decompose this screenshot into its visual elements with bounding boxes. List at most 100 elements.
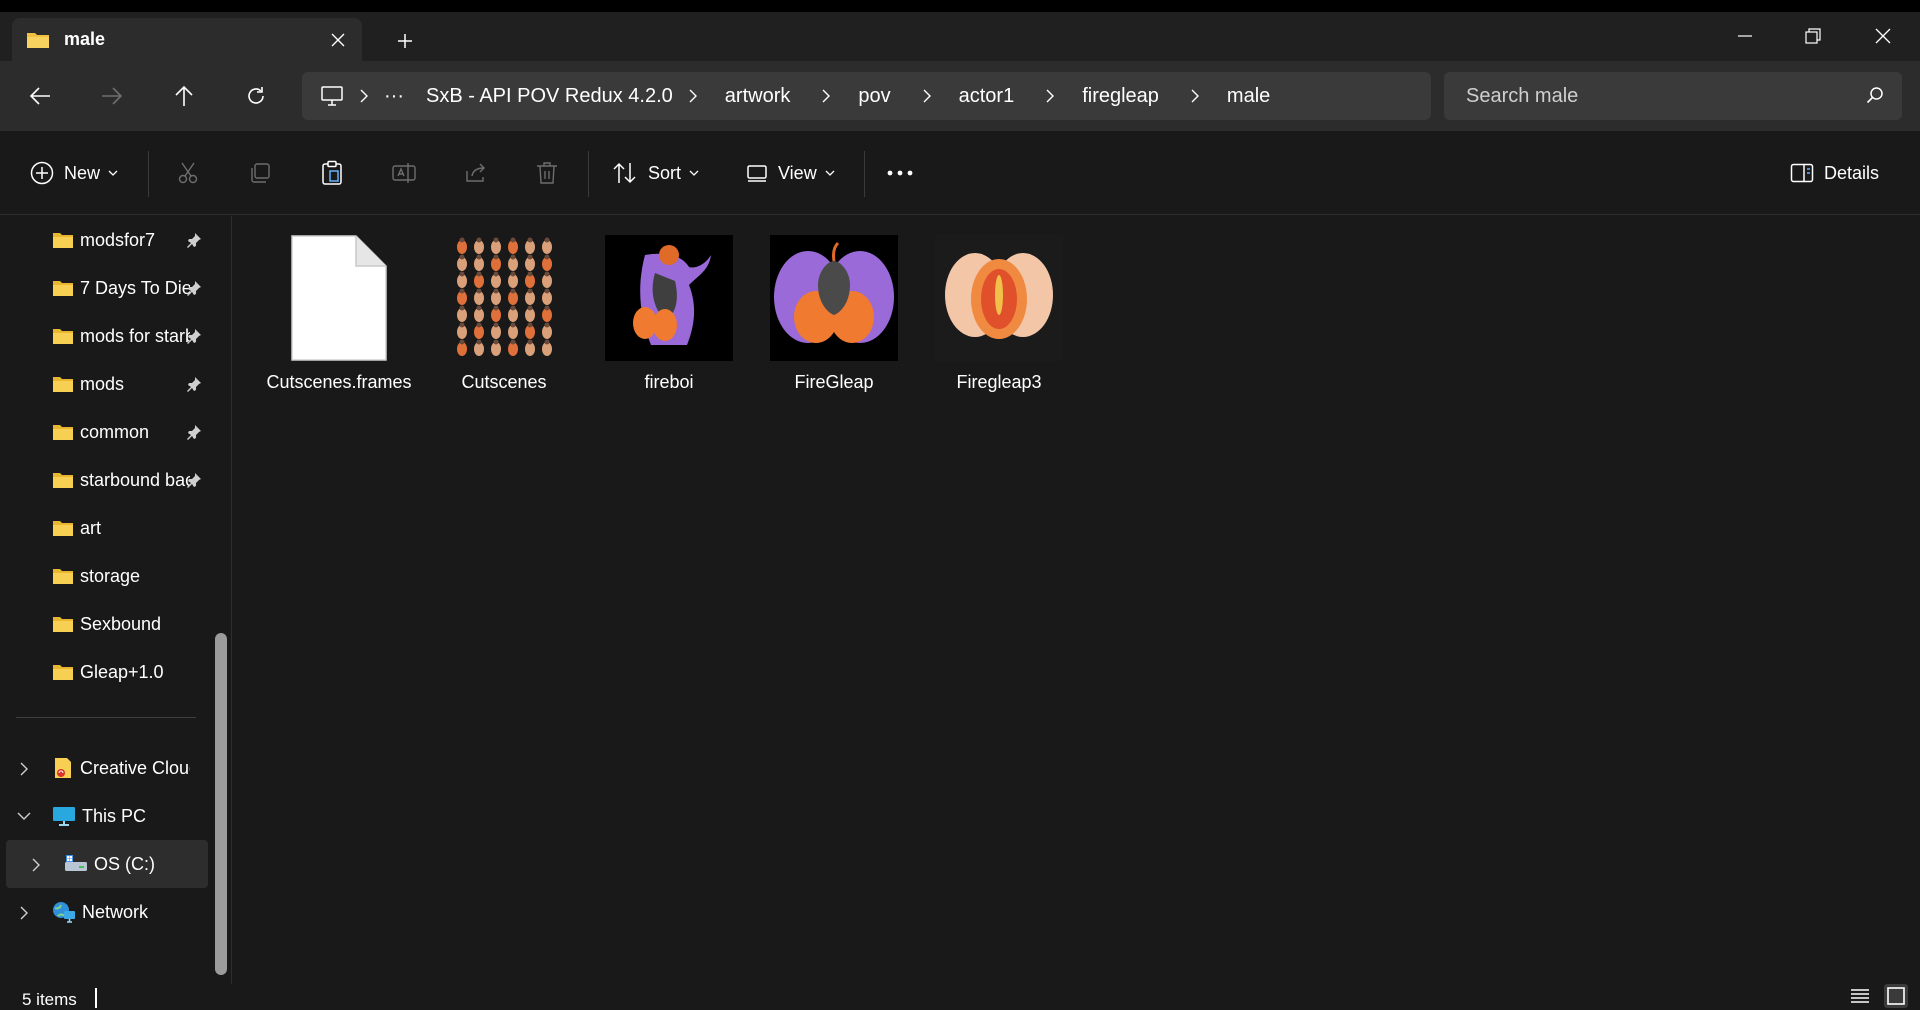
sprite-frame-head xyxy=(510,305,516,311)
share-button[interactable] xyxy=(464,151,488,195)
sidebar-item-label: OS (C:) xyxy=(94,853,155,874)
pin-icon xyxy=(187,233,201,248)
up-button[interactable] xyxy=(164,78,204,114)
sidebar-item-label: starbound backup xyxy=(80,469,190,490)
sidebar-item-os-c[interactable]: OS (C:) xyxy=(6,840,208,888)
paste-button[interactable] xyxy=(320,151,344,195)
sprite-frame-head xyxy=(476,237,482,243)
details-button[interactable]: Details xyxy=(1790,151,1879,195)
sprite-frame-head xyxy=(510,254,516,260)
search-input[interactable] xyxy=(1466,84,1846,108)
file-name: Cutscenes.frames xyxy=(266,372,412,392)
chevron-right-icon[interactable] xyxy=(907,89,947,103)
chevron-right-icon[interactable] xyxy=(806,89,846,103)
chevron-right-icon[interactable] xyxy=(673,89,713,103)
copy-button[interactable] xyxy=(248,151,272,195)
sprite-frame-head xyxy=(527,237,533,243)
computer-icon[interactable] xyxy=(320,85,344,107)
sprite-frame-head xyxy=(493,305,499,311)
sidebar-scrollbar[interactable] xyxy=(215,633,227,975)
sort-button[interactable]: Sort xyxy=(612,151,699,195)
chevron-right-icon[interactable] xyxy=(1175,89,1215,103)
sidebar-item-creative-cloud[interactable]: Creative Cloud Files xyxy=(0,744,208,792)
sprite-frame-head xyxy=(493,339,499,345)
image-thumbnail xyxy=(933,232,1065,364)
sprite-frame-head xyxy=(459,288,465,294)
cut-button[interactable] xyxy=(176,151,200,195)
breadcrumb-item[interactable]: artwork xyxy=(725,85,791,108)
folder-icon xyxy=(53,617,73,632)
breadcrumb-item[interactable]: SxB - API POV Redux 4.2.0 xyxy=(426,85,673,108)
sprite-frame-head xyxy=(459,339,465,345)
chevron-right-icon[interactable] xyxy=(32,858,40,872)
breadcrumb-more[interactable]: ··· xyxy=(384,85,404,108)
sprite-frame-head xyxy=(527,322,533,328)
rename-button[interactable] xyxy=(392,151,418,195)
more-options-button[interactable] xyxy=(886,151,914,195)
sprite-frame-head xyxy=(544,305,550,311)
chevron-right-icon[interactable] xyxy=(1030,89,1070,103)
view-button[interactable]: View xyxy=(746,151,835,195)
search-box[interactable] xyxy=(1444,72,1902,120)
sidebar-item-label: mods for starbound xyxy=(80,325,190,346)
file-item[interactable]: FireGleap xyxy=(759,232,909,400)
sprite-frame-head xyxy=(527,288,533,294)
restore-button[interactable] xyxy=(1778,16,1848,56)
chevron-down-icon xyxy=(108,170,118,176)
close-window-button[interactable] xyxy=(1848,16,1918,56)
tab-male[interactable]: male xyxy=(12,18,362,61)
sidebar-item-starbound-backup[interactable]: starbound backup xyxy=(0,456,208,504)
sprite-frame-head xyxy=(459,237,465,243)
sidebar-item-sexbound[interactable]: Sexbound xyxy=(0,600,208,648)
plus-circle-icon xyxy=(30,161,54,185)
navigation-bar: ··· SxB - API POV Redux 4.2.0 artwork po… xyxy=(0,61,1920,131)
file-item[interactable]: fireboi xyxy=(594,232,744,400)
file-item[interactable]: Firegleap3 xyxy=(924,232,1074,400)
drive-icon xyxy=(65,855,87,871)
address-bar[interactable]: ··· SxB - API POV Redux 4.2.0 artwork po… xyxy=(302,72,1431,120)
details-view-button[interactable] xyxy=(1848,984,1872,1008)
sidebar-item-common[interactable]: common xyxy=(0,408,208,456)
breadcrumb-item[interactable]: actor1 xyxy=(959,85,1015,108)
forward-button[interactable] xyxy=(92,78,132,114)
file-item[interactable]: Cutscenes xyxy=(429,232,579,400)
sprite-frame-head xyxy=(459,254,465,260)
sidebar-item-label: 7 Days To Die xyxy=(80,277,190,298)
delete-button[interactable] xyxy=(536,151,558,195)
sidebar-item-this-pc[interactable]: This PC xyxy=(0,792,208,840)
chevron-down-icon xyxy=(825,170,835,176)
refresh-button[interactable] xyxy=(236,78,276,114)
tiles-view-button[interactable] xyxy=(1884,984,1908,1008)
sidebar-item-modsfor7[interactable]: modsfor7 xyxy=(0,216,208,264)
sidebar-item-gleap[interactable]: Gleap+1.0 xyxy=(0,648,208,696)
search-icon[interactable] xyxy=(1866,86,1884,104)
chevron-right-icon[interactable] xyxy=(20,762,28,776)
chevron-right-icon[interactable] xyxy=(20,906,28,920)
new-tab-button[interactable] xyxy=(390,26,420,56)
sidebar-item-label: storage xyxy=(80,565,141,586)
sidebar-item-storage[interactable]: storage xyxy=(0,552,208,600)
breadcrumb-item[interactable]: pov xyxy=(858,85,890,108)
breadcrumb-item[interactable]: firegleap xyxy=(1082,85,1159,108)
tab-title: male xyxy=(64,29,106,49)
sidebar-item-7-days-to-die[interactable]: 7 Days To Die xyxy=(0,264,208,312)
sprite-frame-head xyxy=(527,305,533,311)
back-button[interactable] xyxy=(20,78,60,114)
minimize-button[interactable] xyxy=(1710,16,1780,56)
sprite-frame-head xyxy=(476,305,482,311)
file-item[interactable]: Cutscenes.frames xyxy=(264,232,414,400)
sprite-frame-head xyxy=(459,305,465,311)
new-button[interactable]: New xyxy=(30,151,118,195)
sidebar-item-mods-for-starbound[interactable]: mods for starbound xyxy=(0,312,208,360)
close-tab-icon[interactable] xyxy=(326,28,350,52)
sidebar-item-network[interactable]: Network xyxy=(0,888,208,936)
sidebar-item-mods[interactable]: mods xyxy=(0,360,208,408)
chevron-right-icon[interactable] xyxy=(344,89,384,103)
sprite-frame-head xyxy=(493,237,499,243)
sprite-frame-head xyxy=(493,254,499,260)
sprite-frame-head xyxy=(510,339,516,345)
sidebar-item-art[interactable]: art xyxy=(0,504,208,552)
chevron-down-icon[interactable] xyxy=(17,812,31,820)
command-bar: New Sort View Details xyxy=(0,131,1920,215)
breadcrumb-item-current[interactable]: male xyxy=(1227,85,1270,108)
